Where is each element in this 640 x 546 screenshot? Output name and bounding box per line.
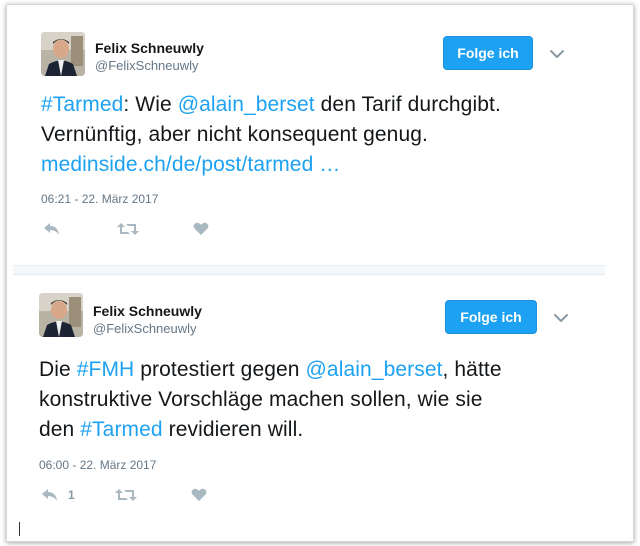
chevron-down-icon[interactable] <box>553 313 569 323</box>
retweet-button[interactable] <box>117 222 139 236</box>
like-button[interactable] <box>191 488 207 502</box>
retweet-icon <box>115 489 137 501</box>
avatar[interactable] <box>41 32 85 76</box>
mention-link[interactable]: @alain_berset <box>306 358 443 381</box>
tweet-card: Felix Schneuwly @FelixSchneuwly Folge ic… <box>7 5 635 263</box>
reply-icon <box>44 223 59 235</box>
reply-count: 1 <box>68 488 75 502</box>
like-button[interactable] <box>193 222 209 236</box>
follow-button[interactable]: Folge ich <box>445 300 537 334</box>
heart-icon <box>191 488 207 501</box>
tweet-text-line: #Tarmed: Wie @alain_berset den Tarif dur… <box>41 90 501 120</box>
tweet-text-segment: , hätte <box>442 358 502 381</box>
text-cursor <box>19 522 20 536</box>
tweet-text-line: den #Tarmed revidieren will. <box>39 415 502 445</box>
profile-photo-icon <box>39 293 83 337</box>
tweet-text-segment: protestiert gegen <box>134 358 306 381</box>
hashtag-link[interactable]: #Tarmed <box>80 418 162 441</box>
url-link[interactable]: medinside.ch/de/post/tarmed … <box>41 153 340 176</box>
profile-photo-icon <box>41 32 85 76</box>
user-handle[interactable]: @FelixSchneuwly <box>95 58 199 73</box>
tweet-text-line: Die #FMH protestiert gegen @alain_berset… <box>39 355 502 385</box>
user-handle[interactable]: @FelixSchneuwly <box>93 321 197 336</box>
timestamp[interactable]: 06:21 - 22. März 2017 <box>41 192 158 206</box>
tweet-text-line: Vernünftig, aber nicht konsequent genug. <box>41 120 501 150</box>
reply-button[interactable] <box>43 222 70 236</box>
tweet-text-segment: : Wie <box>123 93 178 116</box>
tweet-text: #Tarmed: Wie @alain_berset den Tarif dur… <box>41 90 501 180</box>
hashtag-link[interactable]: #FMH <box>77 358 135 381</box>
avatar[interactable] <box>39 293 83 337</box>
retweet-icon <box>117 223 139 235</box>
tweet-text-segment: den Tarif durchgibt. <box>314 93 501 116</box>
tweet-timeline-window: Felix Schneuwly @FelixSchneuwly Folge ic… <box>6 4 634 542</box>
tweet-text-segment: den <box>39 418 81 441</box>
tweet-text-line: medinside.ch/de/post/tarmed … <box>41 150 501 180</box>
tweet-text-line: konstruktive Vorschläge machen sollen, w… <box>39 385 502 415</box>
reply-icon <box>42 489 57 501</box>
chevron-down-icon[interactable] <box>549 49 565 59</box>
tweet-text: Die #FMH protestiert gegen @alain_berset… <box>39 355 502 445</box>
tweet-separator <box>13 265 605 275</box>
tweet-text-segment: Vernünftig, aber nicht konsequent genug. <box>41 123 428 146</box>
timestamp[interactable]: 06:00 - 22. März 2017 <box>39 458 156 472</box>
reply-button[interactable]: 1 <box>41 488 75 502</box>
mention-link[interactable]: @alain_berset <box>178 93 315 116</box>
tweet-text-segment: Die <box>39 358 77 381</box>
user-name[interactable]: Felix Schneuwly <box>93 303 202 319</box>
tweet-text-segment: revidieren will. <box>162 418 304 441</box>
tweet-card: Felix Schneuwly @FelixSchneuwly Folge ic… <box>7 275 635 537</box>
user-name[interactable]: Felix Schneuwly <box>95 40 204 56</box>
follow-button[interactable]: Folge ich <box>443 36 533 70</box>
tweet-text-segment: konstruktive Vorschläge machen sollen, w… <box>39 388 483 411</box>
heart-icon <box>193 222 209 235</box>
retweet-button[interactable] <box>115 488 137 502</box>
hashtag-link[interactable]: #Tarmed <box>41 93 123 116</box>
